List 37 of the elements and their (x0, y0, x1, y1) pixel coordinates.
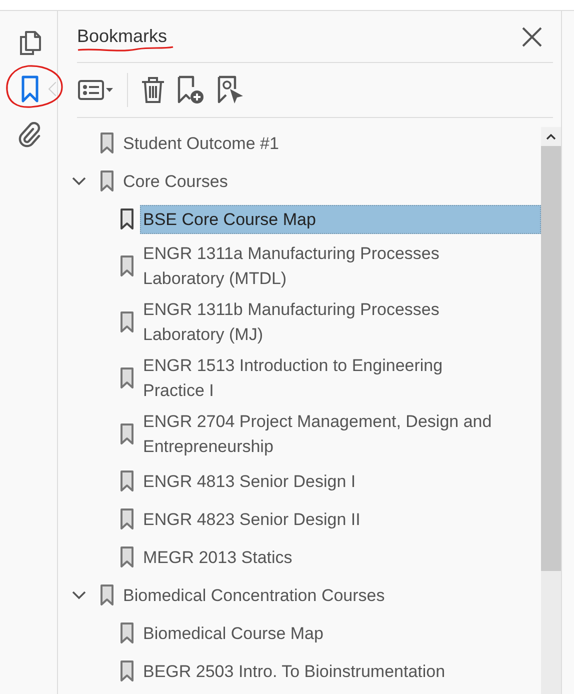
bookmark-icon (100, 584, 114, 606)
bookmark-icon (120, 546, 134, 568)
bookmark-item[interactable]: BEGR 2503 Intro. To Bioinstrumentation (140, 656, 508, 686)
bookmark-icon (120, 311, 134, 333)
bookmark-item[interactable]: Biomedical Concentration Courses (120, 580, 488, 610)
bookmark-item[interactable]: Core Courses (120, 166, 488, 196)
bookmark-item[interactable]: ENGR 1513 Introduction to Engineering Practice I (140, 351, 508, 405)
panel-title: Bookmarks (77, 26, 168, 47)
bookmark-add-icon[interactable] (176, 75, 206, 105)
bookmark-icon (120, 622, 134, 644)
bookmark-item[interactable]: Student Outcome #1 (120, 128, 488, 158)
bookmark-icon (100, 132, 114, 154)
bookmark-item[interactable]: ENGR 1311a Manufacturing Processes Laboratory (MTDL) (140, 239, 508, 293)
bookmark-item[interactable]: ENGR 1311b Manufacturing Processes Laboratory (MJ) (140, 295, 508, 349)
bookmark-icon (120, 508, 134, 530)
bookmark-icon (120, 367, 134, 389)
options-menu-icon[interactable] (77, 78, 115, 102)
bookmark-icon (120, 255, 134, 277)
bookmark-item[interactable]: ENGR 2704 Project Management, Design and Entrepreneurship (140, 407, 508, 461)
scroll-up-icon[interactable] (541, 127, 561, 146)
bookmark-icon (120, 208, 134, 230)
trash-icon[interactable] (140, 76, 166, 104)
pages-icon (18, 30, 42, 56)
bookmark-item[interactable]: MEGR 2013 Statics (140, 542, 508, 572)
bookmark-item[interactable]: ENGR 4813 Senior Design I (140, 466, 508, 496)
scroll-thumb[interactable] (541, 146, 561, 571)
pointer-notch-icon (48, 82, 56, 96)
bookmark-item[interactable]: ENGR 4823 Senior Design II (140, 504, 508, 534)
bookmark-icon (100, 170, 114, 192)
scrollbar[interactable] (541, 127, 561, 694)
bookmark-icon (120, 423, 134, 445)
bookmark-icon (120, 470, 134, 492)
paperclip-icon (18, 122, 42, 148)
bookmark-icon (21, 75, 39, 103)
bookmark-item[interactable]: BSE Core Course Map (140, 204, 541, 234)
bookmark-item[interactable]: Biomedical Course Map (140, 618, 508, 648)
bookmark-icon (120, 660, 134, 682)
